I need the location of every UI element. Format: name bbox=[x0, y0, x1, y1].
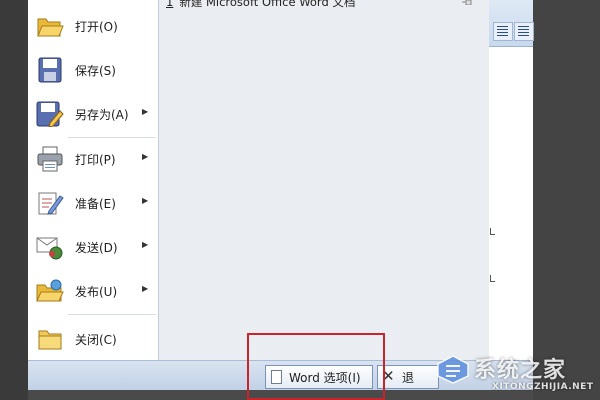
recent-documents-pane bbox=[158, 0, 489, 360]
open-folder-icon bbox=[37, 18, 64, 37]
menu-item-send[interactable]: 发送(D) ▶ bbox=[28, 229, 156, 265]
menu-item-close[interactable]: 关闭(C) bbox=[28, 321, 156, 357]
recent-document-item[interactable]: 1 新建 Microsoft Office Word 文档 bbox=[166, 0, 355, 10]
prepare-pen-icon bbox=[38, 192, 64, 215]
menu-item-label: 打开(O) bbox=[75, 20, 118, 34]
pin-icon[interactable] bbox=[462, 0, 472, 5]
document-area[interactable] bbox=[488, 0, 533, 400]
menu-item-label: 保存(S) bbox=[75, 64, 116, 78]
recent-document-name: 新建 Microsoft Office Word 文档 bbox=[179, 0, 356, 9]
menu-item-label: 准备(E) bbox=[75, 197, 116, 211]
send-mail-icon bbox=[36, 237, 63, 260]
save-disk-icon bbox=[38, 57, 62, 83]
office-button-menu: 打开(O) 保存(S) 另存为(A) ▶ 打印(P) ▶ 准备(E) ▶ 发送(… bbox=[28, 0, 489, 366]
menu-separator bbox=[68, 137, 156, 138]
exit-word-label: 退 bbox=[402, 371, 415, 385]
ribbon-fragment bbox=[488, 0, 534, 47]
menu-item-publish[interactable]: 发布(U) ▶ bbox=[28, 273, 156, 309]
close-folder-icon bbox=[38, 330, 62, 350]
menu-item-save[interactable]: 保存(S) bbox=[28, 52, 156, 88]
menu-separator bbox=[68, 314, 156, 315]
recent-document-number: 1 bbox=[166, 0, 174, 9]
menu-item-prepare[interactable]: 准备(E) ▶ bbox=[28, 185, 156, 221]
background-left bbox=[0, 0, 28, 400]
background-right bbox=[533, 0, 600, 400]
menu-item-label: 打印(P) bbox=[75, 153, 116, 167]
submenu-arrow-icon: ▶ bbox=[142, 284, 149, 293]
align-left-button[interactable] bbox=[493, 22, 513, 41]
watermark-url: XITONGZHIJIA.NET bbox=[492, 382, 594, 392]
menu-item-label: 发布(U) bbox=[75, 285, 118, 299]
exit-word-button[interactable]: ✕ 退 bbox=[377, 365, 439, 389]
annotation-highlight-box bbox=[247, 333, 385, 400]
align-center-icon bbox=[518, 26, 529, 36]
submenu-arrow-icon: ▶ bbox=[142, 240, 149, 249]
margin-mark bbox=[490, 275, 495, 282]
menu-item-print[interactable]: 打印(P) ▶ bbox=[28, 141, 156, 177]
margin-mark bbox=[490, 228, 495, 235]
menu-commands-pane: 打开(O) 保存(S) 另存为(A) ▶ 打印(P) ▶ 准备(E) ▶ 发送(… bbox=[28, 0, 156, 360]
watermark-logo-icon bbox=[437, 355, 469, 384]
watermark-text: 系统之家 bbox=[474, 358, 567, 383]
align-center-button[interactable] bbox=[514, 22, 534, 41]
submenu-arrow-icon: ▶ bbox=[142, 196, 149, 205]
submenu-arrow-icon: ▶ bbox=[142, 152, 149, 161]
menu-item-save-as[interactable]: 另存为(A) ▶ bbox=[28, 96, 156, 132]
menu-item-open[interactable]: 打开(O) bbox=[28, 8, 156, 44]
save-as-icon bbox=[36, 101, 64, 127]
submenu-arrow-icon: ▶ bbox=[142, 107, 149, 116]
printer-icon bbox=[37, 146, 63, 172]
align-left-icon bbox=[497, 26, 508, 36]
menu-item-label: 发送(D) bbox=[75, 241, 118, 255]
menu-item-label: 另存为(A) bbox=[75, 108, 129, 122]
publish-folder-icon bbox=[36, 279, 64, 302]
watermark: 系统之家 XITONGZHIJIA.NET bbox=[436, 350, 600, 400]
menu-item-label: 关闭(C) bbox=[75, 333, 117, 347]
